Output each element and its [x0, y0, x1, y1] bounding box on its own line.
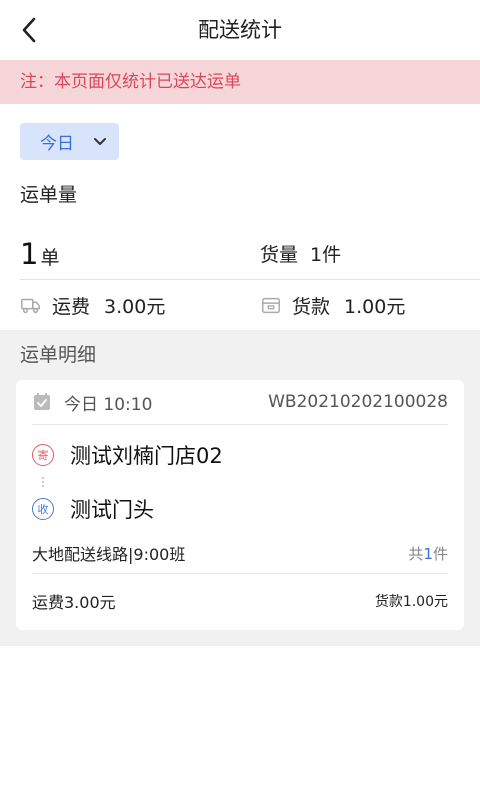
top-bar: 配送统计 — [0, 0, 480, 60]
order-fee-row: 运费3.00元 货款1.00元 — [32, 574, 448, 628]
order-count: 1 — [20, 237, 39, 271]
order-time: 今日 10:10 — [64, 394, 153, 415]
calendar-check-icon — [34, 393, 50, 410]
order-unit: 单 — [40, 247, 60, 269]
fee-row: 运费 3.00元 货款 1.00元 — [0, 280, 480, 330]
chevron-down-icon — [94, 137, 106, 145]
order-detail-title: 运单明细 — [20, 344, 97, 366]
route-name: 大地配送线路|9:00班 — [32, 545, 186, 564]
chevron-left-icon — [22, 17, 36, 43]
date-filter-dropdown[interactable]: 今日 — [20, 123, 119, 160]
sender-row: 寄 测试刘楠门店02 — [32, 433, 448, 477]
route-connector — [42, 477, 46, 487]
item-count: 共1件 — [408, 544, 448, 563]
receiver-badge: 收 — [32, 498, 54, 520]
order-card[interactable]: 今日 10:10 WB20210202100028 寄 测试刘楠门店02 收 测… — [16, 380, 464, 630]
order-number: WB20210202100028 — [268, 392, 448, 412]
order-volume-label: 运单量 — [20, 184, 78, 206]
truck-icon — [21, 298, 40, 314]
payment-label: 货款 — [292, 295, 331, 318]
route-row: 大地配送线路|9:00班 共1件 — [32, 533, 448, 574]
freight-label: 运费 — [52, 295, 91, 318]
summary-section: 今日 运单量 1 单 货量 1件 — [0, 123, 480, 269]
goods-value: 1件 — [310, 244, 342, 266]
freight-value: 3.00元 — [104, 295, 166, 318]
payment-value: 1.00元 — [344, 295, 406, 318]
sender-badge: 寄 — [32, 444, 54, 466]
date-filter-value: 今日 — [40, 134, 74, 154]
back-button[interactable] — [14, 15, 44, 45]
order-freight: 运费3.00元 — [32, 593, 116, 612]
order-payment: 货款1.00元 — [374, 594, 448, 610]
order-detail-section: 运单明细 今日 10:10 WB20210202100028 寄 测试刘楠门店0… — [0, 330, 480, 646]
receiver-name: 测试门头 — [70, 498, 154, 522]
notice-banner: 注：本页面仅统计已送达运单 — [0, 60, 480, 104]
page-title: 配送统计 — [198, 18, 282, 42]
sender-name: 测试刘楠门店02 — [70, 444, 223, 468]
count-row: 1 单 货量 1件 — [20, 221, 460, 269]
shop-icon — [262, 297, 280, 314]
goods-label: 货量 — [260, 244, 299, 266]
order-card-header: 今日 10:10 WB20210202100028 — [32, 380, 448, 425]
receiver-row: 收 测试门头 — [32, 487, 448, 531]
